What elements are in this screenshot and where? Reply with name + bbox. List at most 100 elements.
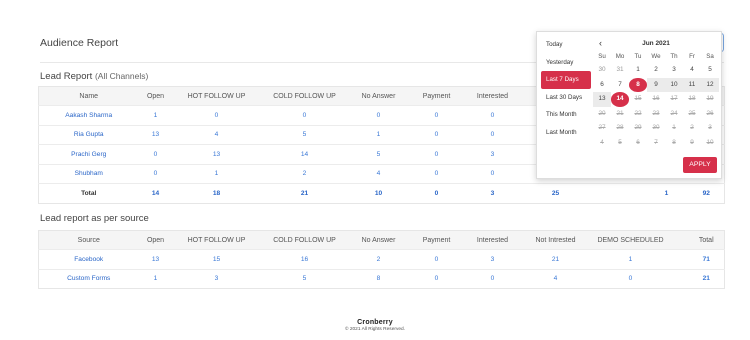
table-cell[interactable]: 3 <box>464 144 521 164</box>
calendar-day[interactable]: 13 <box>593 92 611 107</box>
calendar-day[interactable]: 17 <box>665 92 683 107</box>
table-cell[interactable]: 13 <box>138 124 173 145</box>
table-cell[interactable]: 71 <box>688 249 725 269</box>
calendar-day[interactable]: 4 <box>683 63 701 78</box>
table-cell[interactable]: 0 <box>408 163 465 184</box>
calendar-day[interactable]: 5 <box>701 63 719 78</box>
table-cell[interactable]: 0 <box>260 105 349 125</box>
range-option[interactable]: Last 30 Days <box>541 89 591 107</box>
calendar-day[interactable]: 3 <box>701 121 719 136</box>
calendar-day[interactable]: 6 <box>629 136 647 151</box>
table-cell[interactable]: 0 <box>408 249 465 269</box>
calendar-day[interactable]: 9 <box>647 77 665 92</box>
agent-name-link[interactable]: Aakash Sharma <box>38 105 139 125</box>
table-cell[interactable]: 4 <box>520 268 591 289</box>
calendar-day[interactable]: 25 <box>683 107 701 122</box>
table-cell[interactable]: 0 <box>408 105 465 125</box>
calendar-day[interactable]: 11 <box>683 77 701 92</box>
agent-name-link[interactable]: Shubham <box>38 163 139 184</box>
table-cell[interactable]: 1 <box>138 105 173 125</box>
table-cell[interactable]: 0 <box>590 268 671 289</box>
table-cell[interactable]: 21 <box>520 249 591 269</box>
calendar-day[interactable]: 19 <box>701 92 719 107</box>
calendar-day[interactable]: 30 <box>593 63 611 78</box>
table-cell[interactable]: 5 <box>348 144 409 164</box>
source-name-link[interactable]: Facebook <box>38 249 139 269</box>
calendar-day[interactable]: 10 <box>701 136 719 151</box>
calendar-day[interactable]: 1 <box>665 121 683 136</box>
calendar-day[interactable]: 29 <box>629 121 647 136</box>
table-cell[interactable]: 1 <box>348 124 409 145</box>
calendar-day[interactable]: 7 <box>611 78 629 93</box>
calendar-day[interactable]: 28 <box>611 121 629 136</box>
calendar-day[interactable]: 6 <box>593 78 611 93</box>
range-option[interactable]: Last 7 Days <box>541 71 591 89</box>
calendar-day[interactable]: 27 <box>593 121 611 136</box>
calendar-day[interactable]: 8 <box>629 77 647 92</box>
table-cell[interactable]: 13 <box>138 249 173 269</box>
calendar-day[interactable]: 4 <box>593 136 611 151</box>
table-cell[interactable]: 13 <box>172 144 261 164</box>
table-cell[interactable]: 2 <box>348 249 409 269</box>
table-cell[interactable]: 5 <box>260 268 349 289</box>
calendar-day[interactable]: 20 <box>593 107 611 122</box>
table-cell[interactable]: 0 <box>408 268 465 289</box>
table-cell[interactable]: 14 <box>260 144 349 164</box>
calendar-day[interactable]: 18 <box>683 92 701 107</box>
table-cell[interactable]: 0 <box>408 144 465 164</box>
table-cell[interactable]: 0 <box>348 105 409 125</box>
calendar-day[interactable]: 1 <box>629 63 647 78</box>
source-name-link[interactable]: Custom Forms <box>38 268 139 289</box>
calendar-day[interactable]: 26 <box>701 107 719 122</box>
table-cell[interactable]: 21 <box>688 268 725 289</box>
apply-button[interactable]: APPLY <box>683 157 717 173</box>
table-cell[interactable]: 1 <box>172 163 261 184</box>
calendar-day[interactable]: 24 <box>665 107 683 122</box>
range-option[interactable]: Last Month <box>541 124 591 142</box>
calendar-day[interactable]: 5 <box>611 136 629 151</box>
calendar-day[interactable]: 21 <box>611 107 629 122</box>
table-cell[interactable]: 2 <box>260 163 349 184</box>
calendar-day[interactable]: 10 <box>665 77 683 92</box>
calendar-day[interactable]: 9 <box>683 136 701 151</box>
table-cell[interactable]: 3 <box>464 249 521 269</box>
table-cell[interactable]: 0 <box>138 163 173 184</box>
table-cell[interactable]: 0 <box>172 105 261 125</box>
chevron-left-icon[interactable]: ‹ <box>599 38 602 49</box>
calendar-day[interactable]: 22 <box>629 107 647 122</box>
copyright-text: © 2021 All Rights Reserved. <box>344 327 406 332</box>
table-cell[interactable]: 5 <box>260 124 349 145</box>
table-cell[interactable]: 0 <box>464 105 521 125</box>
table-cell[interactable]: 16 <box>260 249 349 269</box>
calendar-day[interactable]: 3 <box>665 63 683 78</box>
table-cell[interactable]: 0 <box>138 144 173 164</box>
calendar-day[interactable]: 23 <box>647 107 665 122</box>
agent-name-link[interactable]: Prachi Gerg <box>38 144 139 164</box>
agent-name-link[interactable]: Ria Gupta <box>38 124 139 145</box>
calendar-day[interactable]: 7 <box>647 136 665 151</box>
calendar-day[interactable]: 2 <box>683 121 701 136</box>
range-option[interactable]: Today <box>541 36 591 54</box>
table-cell[interactable]: 4 <box>348 163 409 184</box>
calendar-day[interactable]: 30 <box>647 121 665 136</box>
table-cell[interactable]: 0 <box>464 268 521 289</box>
calendar-day[interactable]: 16 <box>647 92 665 107</box>
table-cell[interactable]: 4 <box>172 124 261 145</box>
table-cell[interactable]: 0 <box>408 124 465 145</box>
calendar-day[interactable]: 14 <box>611 92 629 107</box>
calendar-day[interactable]: 12 <box>701 77 719 92</box>
calendar-day[interactable]: 15 <box>629 92 647 107</box>
range-option[interactable]: This Month <box>541 106 591 124</box>
calendar-day[interactable]: 31 <box>611 63 629 78</box>
range-option[interactable]: Yesterday <box>541 54 591 72</box>
table-cell[interactable]: 0 <box>464 163 521 184</box>
table-cell[interactable]: 0 <box>464 124 521 145</box>
table-cell[interactable]: 15 <box>172 249 261 269</box>
weekday-label: Sa <box>706 53 714 60</box>
calendar-day[interactable]: 8 <box>665 136 683 151</box>
table-cell[interactable]: 1 <box>590 249 671 269</box>
calendar-day[interactable]: 2 <box>647 63 665 78</box>
table-cell[interactable]: 1 <box>138 268 173 289</box>
table-cell[interactable]: 3 <box>172 268 261 289</box>
table-cell[interactable]: 8 <box>348 268 409 289</box>
